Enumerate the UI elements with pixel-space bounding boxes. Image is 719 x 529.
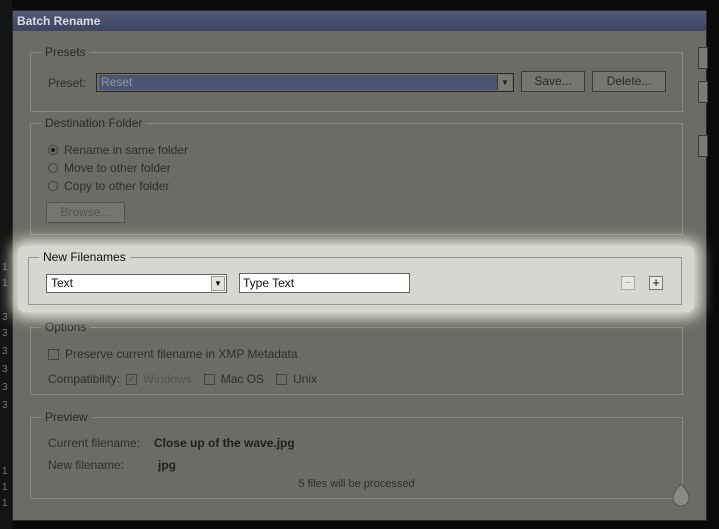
- dialog-title: Batch Rename: [13, 11, 706, 31]
- radio-label: Move to other folder: [64, 161, 171, 175]
- compat-unix-label: Unix: [293, 372, 318, 386]
- browse-button[interactable]: Browse...: [46, 202, 125, 223]
- checkbox-icon[interactable]: [48, 348, 59, 360]
- compat-windows-label: Windows: [143, 372, 192, 386]
- preview-group: Preview Current filename: Close up of th…: [30, 410, 683, 499]
- checkbox-label: Preserve current filename in XMP Metadat…: [65, 347, 298, 361]
- destination-legend: Destination Folder: [41, 116, 147, 130]
- background-window-edge: 1 1 3 3 3 3 3 3 1 1 1: [0, 0, 12, 529]
- preset-select[interactable]: Reset ▼: [96, 73, 514, 92]
- new-filenames-legend: New Filenames: [39, 250, 130, 264]
- radio-move-other-folder[interactable]: Move to other folder: [48, 161, 171, 175]
- background-number: 3: [2, 400, 8, 411]
- background-number: 1: [2, 262, 8, 273]
- destination-folder-group: Destination Folder Rename in same folder…: [30, 116, 683, 235]
- background-number: 3: [2, 382, 8, 393]
- compat-mac-label: Mac OS: [220, 372, 265, 386]
- presets-legend: Presets: [41, 45, 90, 59]
- grip-icon: [672, 483, 690, 506]
- chevron-down-icon[interactable]: ▼: [497, 75, 512, 90]
- radio-rename-same-folder[interactable]: Rename in same folder: [48, 143, 188, 157]
- presets-group: Presets Preset: Reset ▼ Save... Delete..…: [30, 45, 683, 112]
- background-number: 1: [2, 482, 8, 493]
- compat-unix-checkbox[interactable]: [276, 373, 288, 385]
- add-element-button[interactable]: +: [649, 276, 663, 290]
- current-filename-value: Close up of the wave.jpg: [154, 436, 295, 450]
- screen: 1 1 3 3 3 3 3 3 1 1 1 Batch Rename Prese…: [0, 0, 719, 529]
- delete-preset-button[interactable]: Delete...: [592, 71, 666, 92]
- type-text-input[interactable]: Type Text: [239, 273, 410, 293]
- preserve-filename-checkbox[interactable]: Preserve current filename in XMP Metadat…: [48, 347, 298, 361]
- compatibility-row: Compatibility: ✓ Windows Mac OS Unix: [48, 372, 317, 386]
- radio-label: Copy to other folder: [64, 179, 170, 193]
- new-filename-value: jpg: [158, 458, 176, 472]
- filename-element-type-select[interactable]: Text ▼: [46, 274, 227, 293]
- save-preset-button[interactable]: Save...: [521, 71, 585, 92]
- compatibility-label: Compatibility:: [48, 372, 121, 386]
- side-button[interactable]: [698, 81, 708, 103]
- remove-element-button[interactable]: −: [621, 276, 635, 290]
- background-number: 1: [2, 498, 8, 509]
- preset-value: Reset: [99, 75, 497, 90]
- checkmark-icon[interactable]: ✓: [126, 373, 138, 385]
- radio-icon[interactable]: [48, 163, 58, 173]
- radio-icon[interactable]: [48, 181, 58, 191]
- preset-label: Preset:: [48, 76, 87, 90]
- options-group: Options Preserve current filename in XMP…: [30, 320, 683, 395]
- radio-copy-other-folder[interactable]: Copy to other folder: [48, 179, 169, 193]
- background-number: 1: [2, 278, 8, 289]
- side-button[interactable]: [698, 135, 708, 157]
- files-processed-text: 5 files will be processed: [298, 478, 415, 490]
- background-number: 1: [2, 466, 8, 477]
- new-filename-label: New filename:: [48, 458, 125, 472]
- background-number: 3: [2, 328, 8, 339]
- filename-element-type-value: Text: [51, 276, 74, 290]
- options-legend: Options: [41, 320, 91, 334]
- compat-mac-checkbox[interactable]: [203, 373, 215, 385]
- current-filename-label: Current filename:: [48, 436, 141, 450]
- side-button[interactable]: [698, 47, 708, 69]
- background-number: 3: [2, 364, 8, 375]
- chevron-down-icon[interactable]: ▼: [211, 276, 225, 291]
- background-number: 3: [2, 346, 8, 357]
- radio-label: Rename in same folder: [64, 143, 189, 157]
- preview-legend: Preview: [41, 410, 92, 424]
- radio-selected-icon[interactable]: [48, 145, 58, 155]
- background-number: 3: [2, 312, 8, 323]
- new-filenames-group: New Filenames Text ▼ Type Text − +: [28, 250, 682, 305]
